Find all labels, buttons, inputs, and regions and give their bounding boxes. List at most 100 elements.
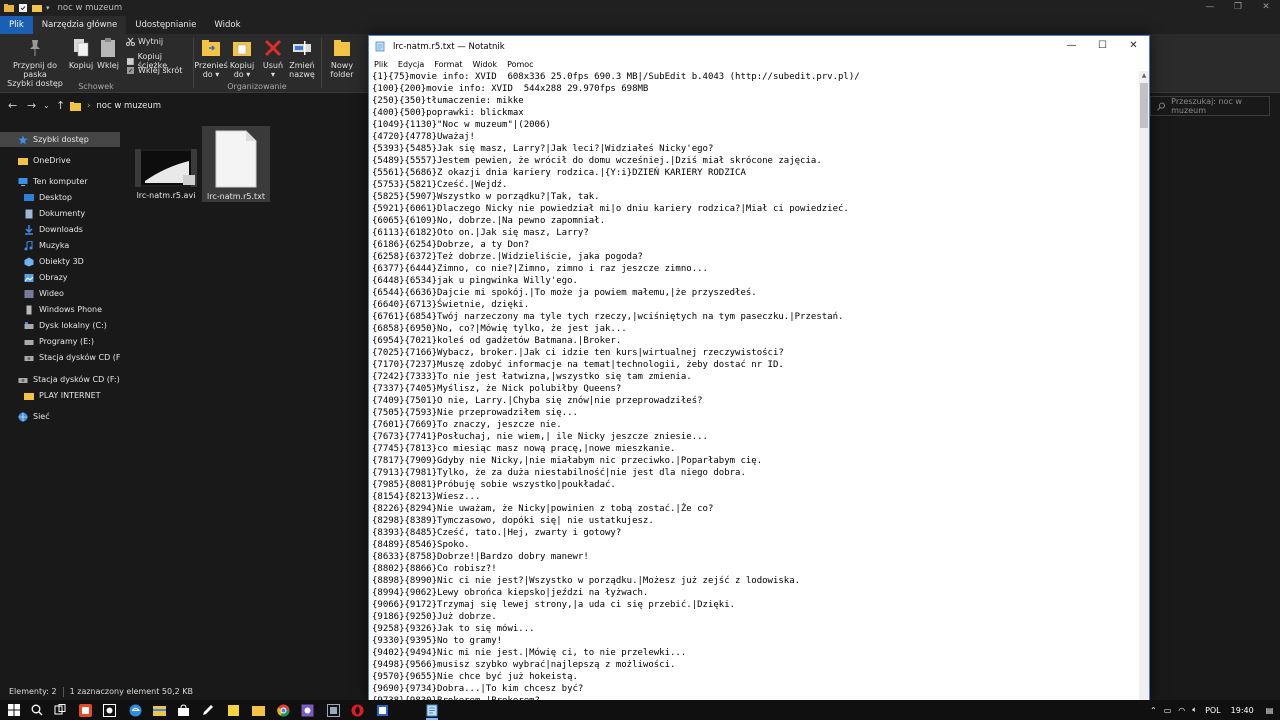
maximize-icon[interactable]: ☐ [1087,36,1118,57]
nav-3d-objects[interactable]: Obiekty 3D [0,254,120,269]
menu-view[interactable]: Widok [468,60,503,69]
nav-programs-drive[interactable]: Programy (E:) [0,334,120,349]
opera-icon[interactable] [350,703,364,717]
nav-3d-objects-label: Obiekty 3D [39,257,84,266]
scrollbar-thumb[interactable] [1140,83,1148,128]
copy-button[interactable]: Kopiuj [68,37,94,70]
notepad-taskbar-icon[interactable] [425,703,439,720]
text-line: {6761}{6854}Twój narzeczony ma tyle tych… [372,312,844,322]
up-arrow-icon[interactable]: ↑ [56,99,65,112]
paste-button[interactable]: Wklej [96,37,120,70]
cube-icon [24,257,34,266]
file-item-video[interactable]: lrc-natm.r5.avi [132,149,200,200]
folder-app-icon[interactable] [251,703,265,717]
office-app-icon[interactable] [78,703,92,717]
nav-documents[interactable]: Dokumenty [0,206,120,221]
nav-music[interactable]: Muzyka [0,238,120,253]
edge-browser-icon[interactable] [128,703,142,717]
clock-time[interactable]: 19:40 [1231,706,1254,715]
notepad-title: lrc-natm.r5.txt — Notatnik [393,41,505,52]
nav-local-disk[interactable]: Dysk lokalny (C:) [0,318,120,333]
nav-play-internet[interactable]: PLAY INTERNET [0,388,120,403]
nav-onedrive[interactable]: OneDrive [0,153,120,168]
address-box[interactable]: › noc w muzeum [70,96,368,116]
tray-chevron-up-icon[interactable]: ⌃ [1150,706,1157,715]
pen-app-icon[interactable] [200,703,214,717]
menu-file[interactable]: Plik [369,60,393,69]
minimize-icon[interactable]: — [1196,0,1224,16]
store-icon[interactable] [176,703,190,717]
menu-help[interactable]: Pomoc [502,60,539,69]
paste-icon [97,37,119,59]
file-item-text[interactable]: lrc-natm.r5.txt [202,126,270,202]
nav-windows-phone-label: Windows Phone [39,305,103,314]
action-center-icon[interactable]: ▤ [1266,706,1274,715]
nav-pictures[interactable]: Obrazy [0,270,120,285]
volume-icon[interactable]: 🔈︎ [1192,705,1197,715]
new-folder-label-2: folder [330,70,354,79]
input-language[interactable]: POL [1205,706,1221,715]
file-explorer-icon[interactable] [152,703,166,717]
tab-file[interactable]: Plik [0,16,33,34]
nav-downloads[interactable]: Downloads [0,222,120,237]
quick-access-toolbar: ▾ [4,3,50,13]
tab-view[interactable]: Widok [205,16,249,34]
search-icon[interactable] [30,703,44,717]
tab-home[interactable]: Narzędzia główne [32,16,127,34]
close-icon[interactable]: ✕ [1118,36,1149,57]
notepad-text-area[interactable]: {1}{75}movie info: XVID 608x336 25.0fps … [369,71,1140,700]
breadcrumb-separator-icon: › [87,101,91,111]
copy-path-icon [126,57,134,65]
explorer-titlebar: ▾ noc w muzeum — ❐ ✕ [0,0,1280,16]
close-icon[interactable]: ✕ [1252,0,1280,16]
menu-edit[interactable]: Edycja [393,60,429,69]
search-input[interactable]: Przeszukaj: noc w muzeum [1150,96,1270,116]
clipboard-group: Przypnij do paska Szybki dostęp Kopiuj W… [0,34,192,93]
forward-arrow-icon[interactable]: → [27,99,36,112]
nav-cd-drive[interactable]: Stacja dysków CD (F:) PL [0,350,120,365]
nav-network[interactable]: Sieć [0,409,120,424]
menu-format[interactable]: Format [429,60,467,69]
nav-cd-drive-root[interactable]: Stacja dysków CD (F:) PLA [0,372,120,387]
nav-quick-access[interactable]: Szybki dostęp [0,132,120,147]
properties-icon[interactable] [18,3,28,13]
nav-this-pc[interactable]: Ten komputer [0,174,120,189]
delete-label: Usuń [262,61,284,70]
vertical-scrollbar[interactable]: ▲ [1139,71,1149,700]
text-line: {6954}{7021}koleś od gadżetów Batmana.|B… [372,336,622,346]
tab-share[interactable]: Udostępnianie [126,16,205,34]
new-folder-button[interactable]: Nowy folder [326,37,358,79]
star-icon [18,135,28,144]
customize-qat-chevron-icon[interactable]: ▾ [46,4,50,12]
scroll-up-arrow-icon[interactable]: ▲ [1139,71,1149,81]
nav-desktop[interactable]: Desktop [0,190,120,205]
photo-app-icon[interactable] [102,703,116,717]
wifi-icon[interactable]: ◠ [1178,706,1185,715]
maximize-icon[interactable]: ❐ [1224,0,1252,16]
rename-button[interactable]: Zmień nazwę [287,37,317,79]
windows-start-icon[interactable] [7,703,21,717]
paste-shortcut-button[interactable]: Wklej skrót [126,66,182,75]
nav-windows-phone[interactable]: Windows Phone [0,302,120,317]
notes-app-icon[interactable] [226,703,240,717]
document-app-icon[interactable] [375,703,389,717]
new-folder-icon[interactable] [32,3,42,13]
scissors-icon [126,37,135,46]
cut-button[interactable]: Wytnij [126,37,163,46]
chrome-icon[interactable] [276,703,290,717]
breadcrumb-current[interactable]: noc w muzeum [96,101,161,111]
delete-button[interactable]: Usuń ▾ [260,37,286,79]
back-arrow-icon[interactable]: ← [8,99,17,112]
app-icon[interactable] [326,703,340,717]
task-view-icon[interactable] [53,703,67,717]
nav-videos[interactable]: Wideo [0,286,120,301]
network-status-icon[interactable]: ▭ [1164,706,1172,715]
recent-locations-chevron-icon[interactable]: ⌄ [43,101,50,110]
text-line: {7817}{7909}Gdyby nie Nicky,|nie miałaby… [372,456,763,466]
copy-to-button[interactable]: Kopiuj do ▾ [227,37,257,79]
pin-quick-access-button[interactable]: Przypnij do paska Szybki dostęp [4,37,66,88]
move-to-button[interactable]: Przenieś do ▾ [194,37,228,79]
media-app-icon[interactable] [300,703,314,717]
minimize-icon[interactable]: — [1056,36,1087,57]
item-count: Elementy: 2 [9,687,57,696]
